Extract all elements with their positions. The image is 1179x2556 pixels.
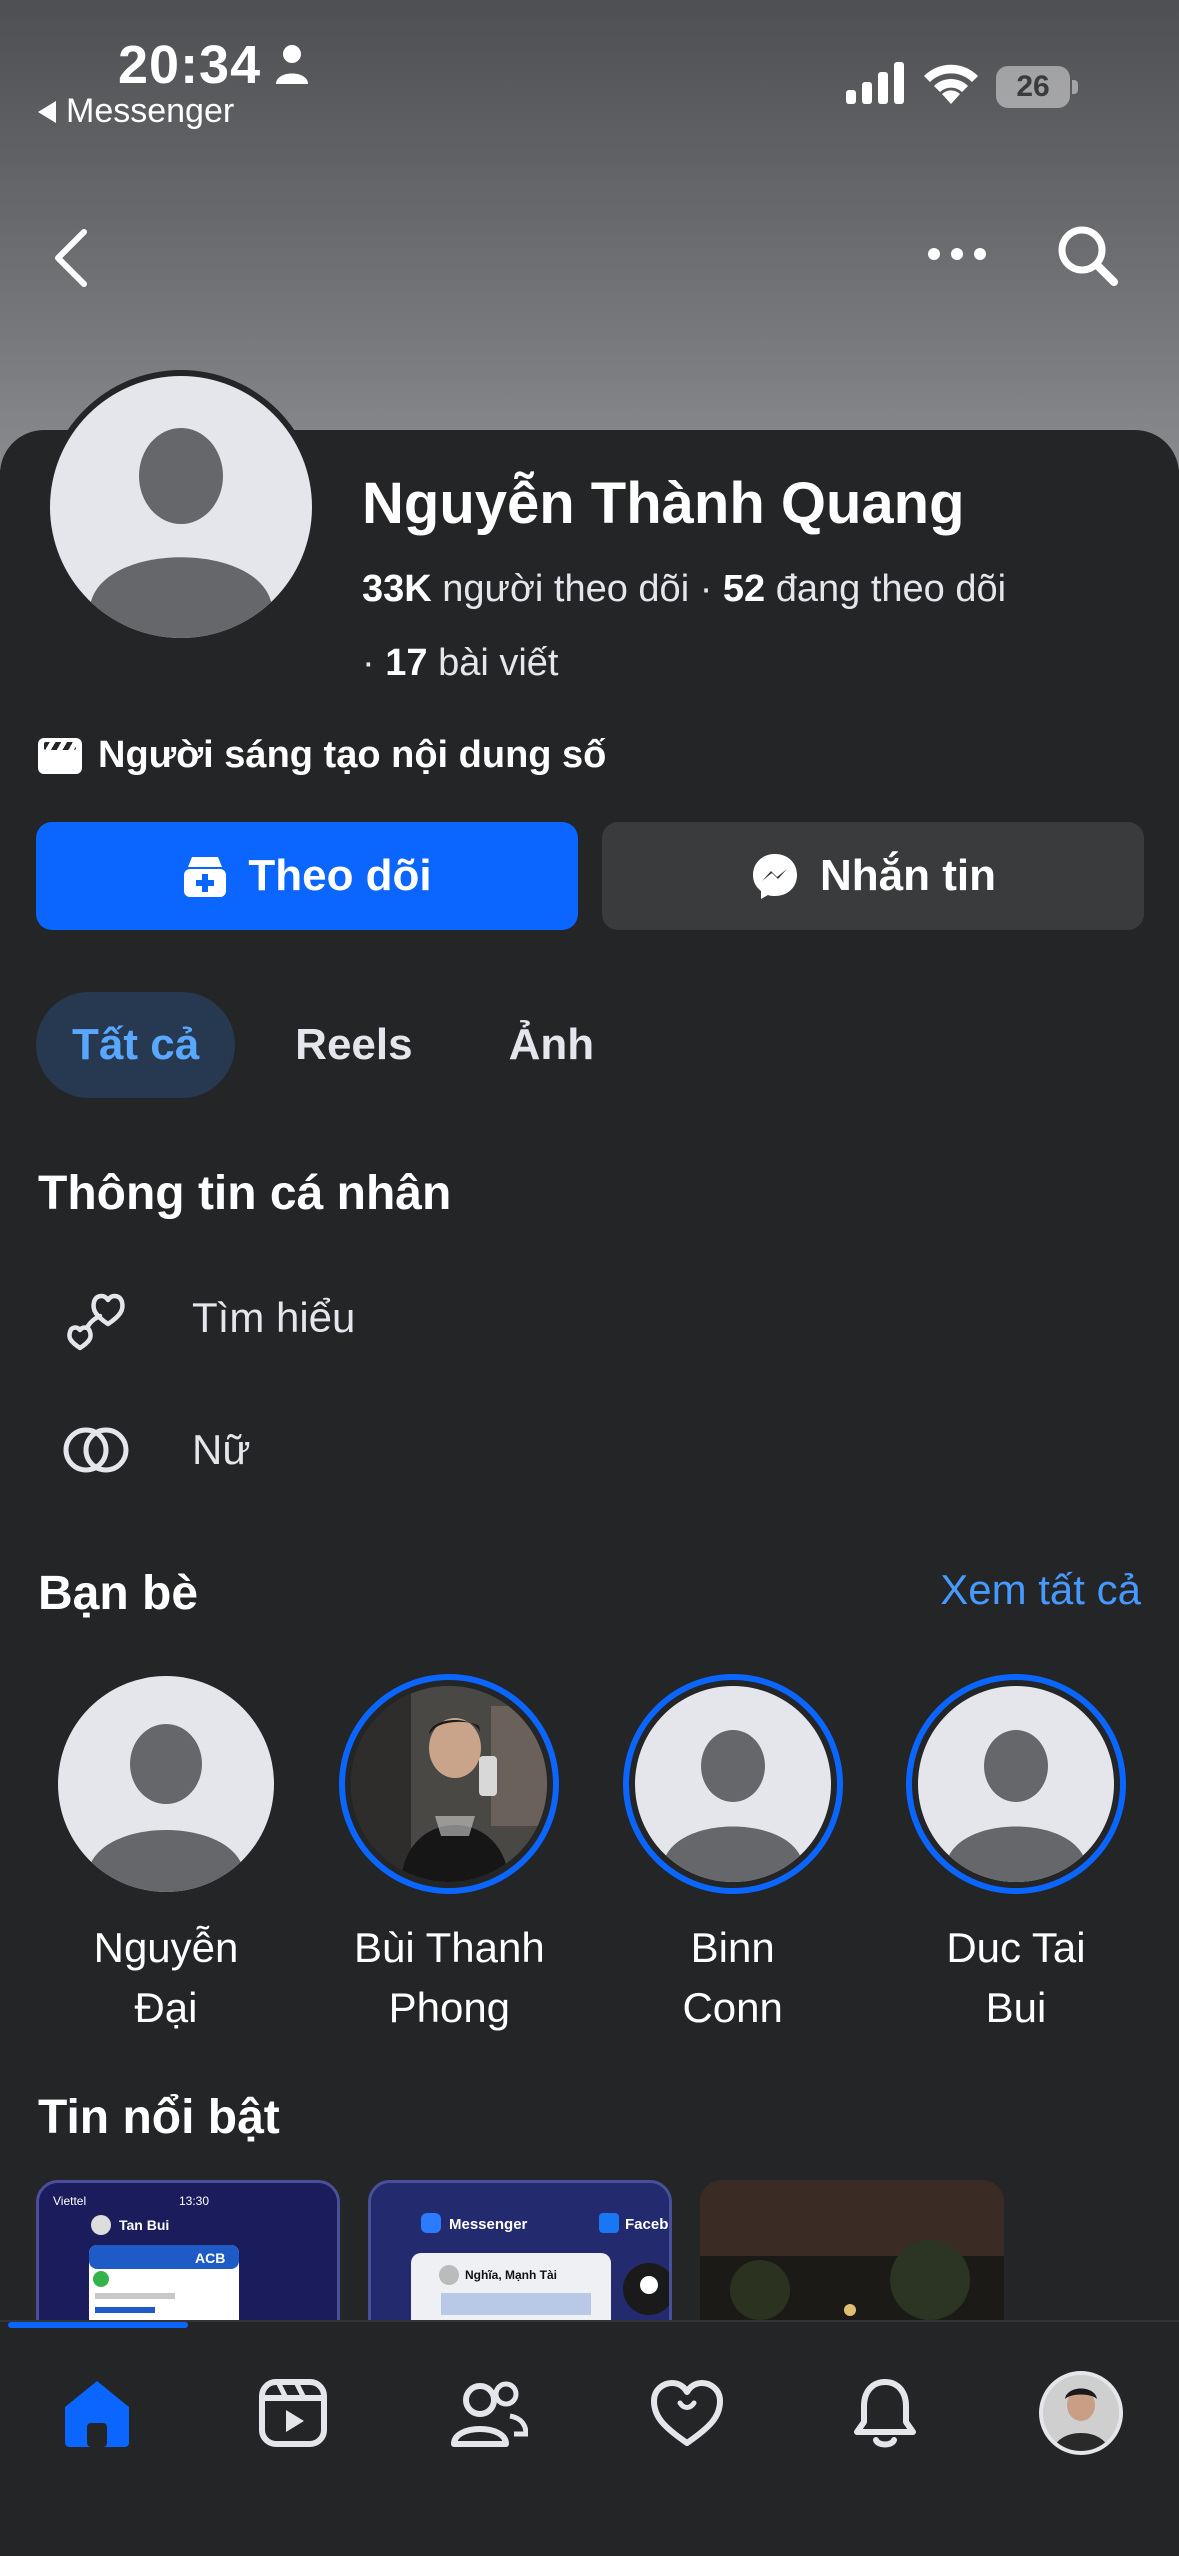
nav-friends[interactable] <box>444 2368 534 2458</box>
tab-all[interactable]: Tất cả <box>36 992 236 1098</box>
highlight-contact-name: Tan Bui <box>119 2217 169 2233</box>
info-interest-label: Tìm hiểu <box>192 1294 356 1341</box>
tab-photos[interactable]: Ảnh <box>473 992 631 1098</box>
friends-icon <box>451 2381 528 2447</box>
bell-icon <box>854 2379 916 2448</box>
friend-item[interactable]: Bùi Thanh Phong <box>319 1674 579 2038</box>
default-avatar-icon <box>58 1676 274 1892</box>
status-bar: 20:34 Messenger 26 <box>0 0 1179 140</box>
highlights-title: Tin nổi bật <box>38 2091 280 2144</box>
highlight-status-time: 13:30 <box>179 2194 209 2208</box>
profile-category: Người sáng tạo nội dung số <box>38 734 606 777</box>
search-icon <box>1058 226 1118 286</box>
followers-stat[interactable]: 33K người theo dõi <box>362 568 689 610</box>
profile-stats: 33K người theo dõi · 52 đang theo dõi · … <box>362 568 1007 684</box>
highlight-status-carrier: Viettel <box>53 2194 86 2208</box>
info-row-gender: Nữ <box>58 1412 250 1488</box>
profile-tabs: Tất cả Reels Ảnh <box>36 992 630 1098</box>
message-button[interactable]: Nhắn tin <box>602 822 1144 930</box>
default-avatar-icon <box>50 376 312 638</box>
person-icon <box>276 45 308 84</box>
profile-avatar[interactable] <box>44 370 318 644</box>
cellular-signal-icon <box>846 62 904 104</box>
highlight-extra-app: Faceb <box>625 2216 668 2233</box>
default-avatar-icon <box>634 1686 831 1882</box>
back-to-app-link[interactable]: Messenger <box>38 92 234 131</box>
profile-name: Nguyễn Thành Quang <box>362 471 965 536</box>
friends-list: Nguyễn Đại Bùi Thanh Phong Binn Conn Duc… <box>36 1674 1146 2038</box>
friend-avatar <box>56 1674 276 1894</box>
back-button[interactable] <box>40 218 100 298</box>
friend-name: Nguyễn Đại <box>93 1924 239 2031</box>
friend-avatar-story <box>339 1674 560 1894</box>
default-avatar-icon <box>917 1686 1114 1882</box>
dating-heart-icon <box>651 2380 723 2446</box>
highlight-chat-name: Nghĩa, Mạnh Tài <box>465 2268 557 2282</box>
status-time: 20:34 <box>118 35 262 95</box>
see-all-friends-link[interactable]: Xem tất cả <box>940 1566 1141 1614</box>
messenger-icon <box>753 854 797 899</box>
friend-item[interactable]: Binn Conn <box>603 1674 863 2038</box>
friend-name: Bùi Thanh Phong <box>353 1924 545 2031</box>
highlight-item[interactable] <box>700 2180 1004 2320</box>
highlight-app-name: Messenger <box>449 2216 528 2233</box>
gender-rings-icon <box>63 1427 129 1473</box>
info-row-interest: Tìm hiểu <box>58 1280 355 1356</box>
friend-photo <box>351 1686 548 1882</box>
friend-name: Binn Conn <box>682 1924 783 2031</box>
nav-home[interactable] <box>52 2368 142 2458</box>
friend-name: Duc Tai Bui <box>946 1924 1086 2031</box>
follow-button[interactable]: Theo dõi <box>36 822 578 930</box>
search-button[interactable] <box>1050 218 1124 292</box>
bottom-tab-bar <box>0 2320 1179 2556</box>
more-options-button[interactable] <box>922 224 992 284</box>
highlight-item[interactable]: Messenger Faceb Nghĩa, Mạnh Tài <box>368 2180 672 2320</box>
highlight-item[interactable]: Viettel 13:30 Tan Bui ACB <box>36 2180 340 2320</box>
follow-icon <box>184 857 227 897</box>
friend-item[interactable]: Duc Tai Bui <box>886 1674 1146 2038</box>
active-tab-indicator <box>8 2322 188 2328</box>
following-stat[interactable]: 52 đang theo dõi <box>723 568 1006 610</box>
nav-dating[interactable] <box>642 2368 732 2458</box>
info-gender-label: Nữ <box>192 1426 251 1473</box>
wifi-icon <box>924 64 978 104</box>
highlight-brand: ACB <box>195 2250 225 2266</box>
hearts-icon <box>67 1293 125 1351</box>
tab-reels[interactable]: Reels <box>259 992 448 1098</box>
battery-level: 26 <box>996 66 1070 108</box>
friend-avatar-story <box>622 1674 843 1894</box>
nav-profile[interactable] <box>1036 2368 1126 2458</box>
more-dots-icon <box>928 248 986 260</box>
personal-info-title: Thông tin cá nhân <box>38 1167 452 1220</box>
message-label: Nhắn tin <box>820 851 996 900</box>
follow-label: Theo dõi <box>248 851 432 900</box>
chevron-left-icon <box>55 229 87 287</box>
posts-stat[interactable]: 17 bài viết <box>385 642 558 684</box>
friend-item[interactable]: Nguyễn Đại <box>36 1674 296 2038</box>
nav-video[interactable] <box>248 2368 338 2458</box>
back-app-label: Messenger <box>66 92 235 130</box>
nav-notifications[interactable] <box>840 2368 930 2458</box>
category-label: Người sáng tạo nội dung số <box>98 734 607 776</box>
friend-avatar-story <box>905 1674 1126 1894</box>
back-triangle-icon <box>38 100 56 123</box>
friends-title: Bạn bè <box>38 1567 199 1620</box>
clapperboard-icon <box>38 737 82 774</box>
home-icon <box>65 2381 129 2447</box>
highlights-strip: Viettel 13:30 Tan Bui ACB Messenger Face… <box>36 2180 1179 2320</box>
battery-icon: 26 <box>996 66 1078 108</box>
video-icon <box>259 2379 327 2447</box>
profile-avatar-icon <box>1039 2371 1123 2455</box>
